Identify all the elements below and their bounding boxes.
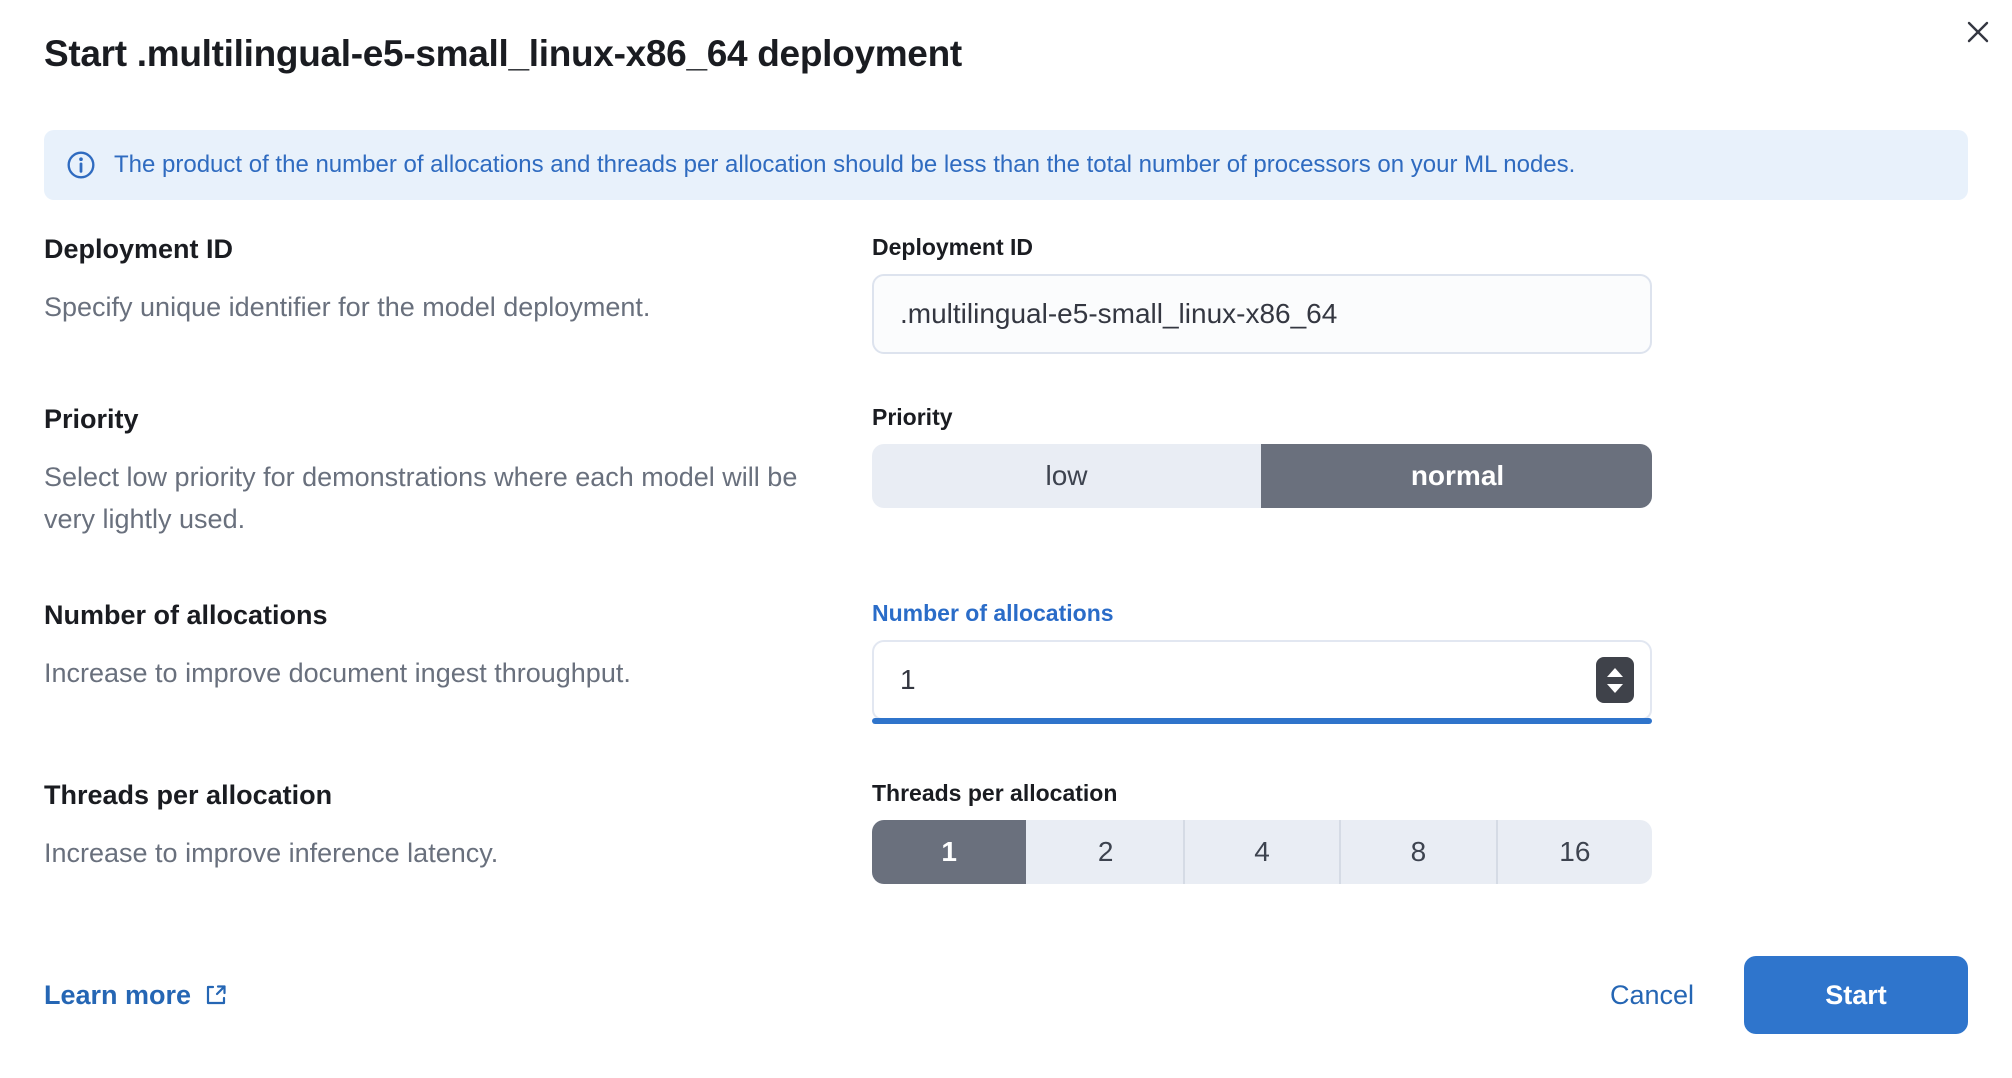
stepper-up-icon	[1607, 668, 1623, 677]
allocations-heading: Number of allocations	[44, 598, 824, 632]
start-button[interactable]: Start	[1744, 956, 1968, 1034]
input-focus-underline	[872, 718, 1652, 724]
priority-button-group: low normal	[872, 444, 1652, 508]
dialog-title: Start .multilingual-e5-small_linux-x86_6…	[44, 26, 1968, 82]
priority-heading: Priority	[44, 402, 824, 436]
allocations-description: Increase to improve document ingest thro…	[44, 652, 806, 694]
deployment-id-field-label: Deployment ID	[872, 232, 1652, 262]
start-deployment-dialog: Start .multilingual-e5-small_linux-x86_6…	[0, 0, 2012, 1078]
form-row-priority: Priority Select low priority for demonst…	[44, 402, 1968, 540]
form-row-number-of-allocations: Number of allocations Increase to improv…	[44, 598, 1968, 724]
priority-field-label: Priority	[872, 402, 1652, 432]
deployment-id-heading: Deployment ID	[44, 232, 824, 266]
number-stepper[interactable]	[1596, 657, 1634, 703]
threads-heading: Threads per allocation	[44, 778, 824, 812]
threads-option-16[interactable]: 16	[1496, 820, 1652, 884]
deployment-id-description: Specify unique identifier for the model …	[44, 286, 806, 328]
priority-description: Select low priority for demonstrations w…	[44, 456, 806, 540]
form-row-deployment-id: Deployment ID Specify unique identifier …	[44, 232, 1968, 354]
priority-option-normal[interactable]: normal	[1261, 444, 1652, 508]
threads-option-2[interactable]: 2	[1026, 820, 1182, 884]
close-icon[interactable]	[1952, 6, 2004, 58]
form-row-threads-per-allocation: Threads per allocation Increase to impro…	[44, 778, 1968, 884]
threads-option-8[interactable]: 8	[1339, 820, 1495, 884]
threads-description: Increase to improve inference latency.	[44, 832, 806, 874]
learn-more-link[interactable]: Learn more	[44, 980, 229, 1011]
learn-more-label: Learn more	[44, 980, 191, 1011]
stepper-down-icon	[1607, 684, 1623, 693]
priority-option-low[interactable]: low	[872, 444, 1261, 508]
threads-button-group: 1 2 4 8 16	[872, 820, 1652, 884]
threads-option-4[interactable]: 4	[1183, 820, 1339, 884]
dialog-footer: Learn more Cancel Start	[44, 956, 1968, 1034]
threads-field-label: Threads per allocation	[872, 778, 1652, 808]
cancel-button[interactable]: Cancel	[1610, 980, 1694, 1011]
allocations-field-label: Number of allocations	[872, 598, 1652, 628]
external-link-icon	[203, 982, 229, 1008]
deployment-id-input[interactable]	[872, 274, 1652, 354]
info-callout-text: The product of the number of allocations…	[114, 147, 1575, 183]
threads-option-1[interactable]: 1	[872, 820, 1026, 884]
allocations-number-input[interactable]	[872, 640, 1652, 720]
info-icon	[66, 150, 96, 180]
info-callout: The product of the number of allocations…	[44, 130, 1968, 200]
